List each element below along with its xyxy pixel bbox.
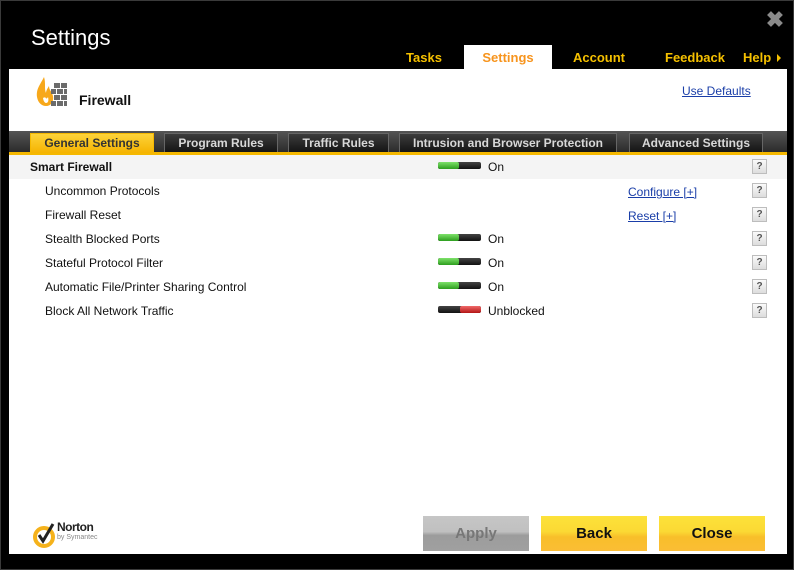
chevron-right-icon <box>777 54 782 62</box>
back-button[interactable]: Back <box>541 516 647 551</box>
norton-name: Norton <box>57 520 94 534</box>
use-defaults-link[interactable]: Use Defaults <box>682 84 751 98</box>
nav-help[interactable]: Help <box>743 45 791 69</box>
help-button[interactable]: ? <box>752 231 767 246</box>
setting-label: Smart Firewall <box>30 160 113 174</box>
nav-tasks[interactable]: Tasks <box>396 45 452 69</box>
nav-account[interactable]: Account <box>564 45 634 69</box>
toggle-on-segment <box>438 234 459 241</box>
tab-general-settings[interactable]: General Settings <box>30 133 154 153</box>
content-panel: Firewall Use Defaults General Settings P… <box>9 69 787 554</box>
norton-logo: Norton by Symantec <box>33 520 113 550</box>
close-x-icon[interactable]: ✖ <box>765 9 785 31</box>
setting-status: On <box>488 256 505 270</box>
nav-help-label: Help <box>743 50 772 65</box>
norton-check-icon <box>33 523 55 548</box>
setting-status: On <box>488 160 505 174</box>
reset-link[interactable]: Reset [+] <box>628 209 676 223</box>
setting-row-stealth-blocked-ports: Stealth Blocked Ports On ? <box>9 227 787 251</box>
tab-intrusion-browser-protection[interactable]: Intrusion and Browser Protection <box>399 133 617 152</box>
tab-traffic-rules[interactable]: Traffic Rules <box>288 133 389 152</box>
setting-row-file-printer-sharing: Automatic File/Printer Sharing Control O… <box>9 275 787 299</box>
setting-row-smart-firewall: Smart Firewall On ? <box>9 155 787 179</box>
setting-label: Uncommon Protocols <box>45 184 160 198</box>
setting-status: On <box>488 280 505 294</box>
toggle-on-segment <box>438 162 459 169</box>
nav-settings[interactable]: Settings <box>464 45 552 69</box>
smart-firewall-toggle[interactable] <box>438 162 481 169</box>
feature-header: Firewall Use Defaults <box>9 69 787 131</box>
stealth-blocked-ports-toggle[interactable] <box>438 234 481 241</box>
help-button[interactable]: ? <box>752 303 767 318</box>
toggle-on-segment <box>438 258 459 265</box>
toggle-off-segment <box>460 306 481 313</box>
tab-program-rules[interactable]: Program Rules <box>164 133 278 152</box>
file-printer-sharing-toggle[interactable] <box>438 282 481 289</box>
setting-label: Block All Network Traffic <box>45 304 174 318</box>
help-button[interactable]: ? <box>752 279 767 294</box>
apply-button[interactable]: Apply <box>423 516 529 551</box>
tab-advanced-settings[interactable]: Advanced Settings <box>629 133 763 152</box>
setting-label: Firewall Reset <box>45 208 122 222</box>
tab-bar: General Settings Program Rules Traffic R… <box>9 131 787 155</box>
help-button[interactable]: ? <box>752 255 767 270</box>
setting-label: Stateful Protocol Filter <box>45 256 164 270</box>
help-button[interactable]: ? <box>752 183 767 198</box>
setting-row-block-all-traffic: Block All Network Traffic Unblocked ? <box>9 299 787 323</box>
close-button[interactable]: Close <box>659 516 765 551</box>
setting-label: Stealth Blocked Ports <box>45 232 160 246</box>
setting-status: Unblocked <box>488 304 545 318</box>
setting-label: Automatic File/Printer Sharing Control <box>45 280 247 294</box>
configure-link[interactable]: Configure [+] <box>628 185 697 199</box>
setting-row-uncommon-protocols: Uncommon Protocols Configure [+] ? <box>9 179 787 203</box>
setting-row-firewall-reset: Firewall Reset Reset [+] ? <box>9 203 787 227</box>
feature-title: Firewall <box>79 92 132 108</box>
block-all-traffic-toggle[interactable] <box>438 306 481 313</box>
help-button[interactable]: ? <box>752 207 767 222</box>
setting-row-stateful-protocol-filter: Stateful Protocol Filter On ? <box>9 251 787 275</box>
help-button[interactable]: ? <box>752 159 767 174</box>
toggle-on-segment <box>438 282 459 289</box>
firewall-icon <box>36 77 67 106</box>
norton-sub: by Symantec <box>57 534 98 541</box>
top-nav: Tasks Settings Account Feedback Help <box>1 45 794 69</box>
settings-window: Settings ✖ Tasks Settings Account Feedba… <box>0 0 794 570</box>
nav-feedback[interactable]: Feedback <box>656 45 734 69</box>
setting-status: On <box>488 232 505 246</box>
stateful-protocol-filter-toggle[interactable] <box>438 258 481 265</box>
